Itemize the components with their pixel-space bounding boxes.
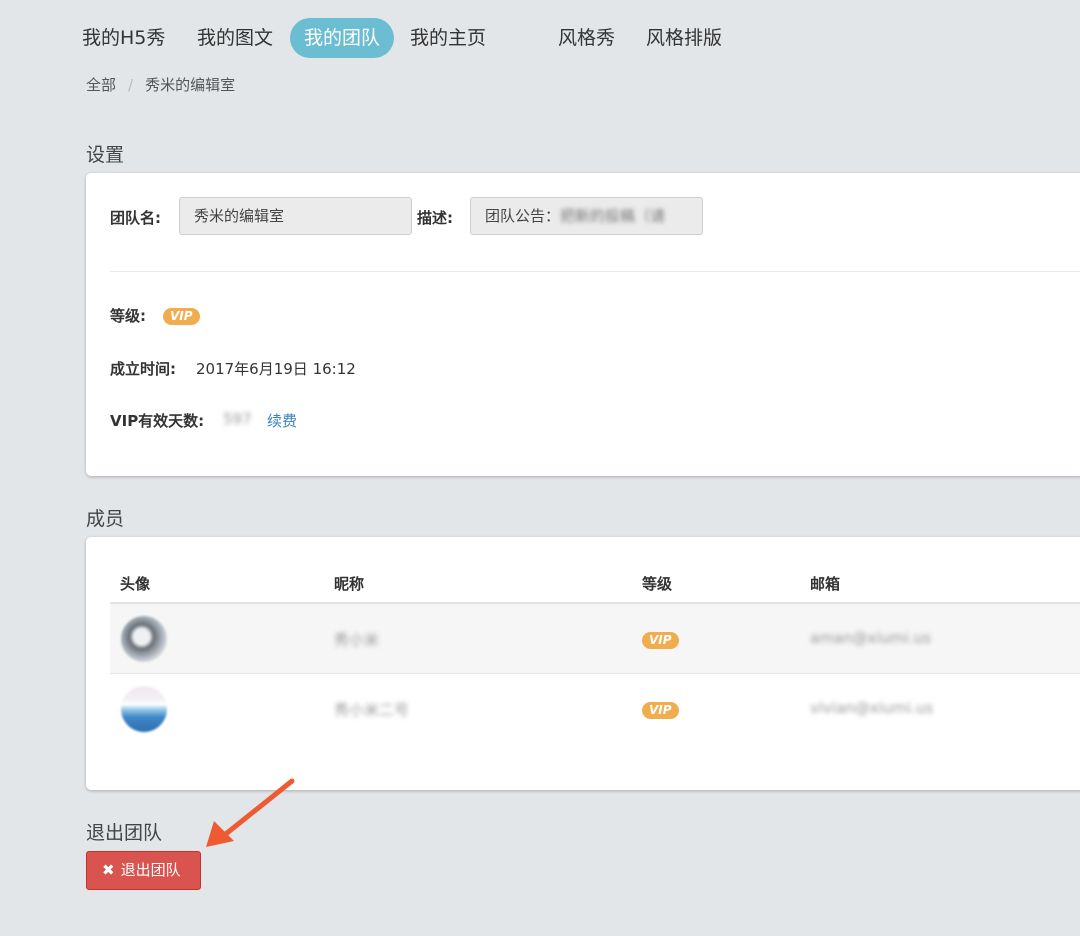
member-level: VIP: [642, 700, 679, 719]
exit-team-button-label: 退出团队: [120, 861, 181, 879]
close-icon: ✖: [102, 861, 115, 879]
members-title: 成员: [86, 508, 125, 530]
renew-link[interactable]: 续费: [267, 410, 297, 431]
team-name-value: 秀米的编辑室: [194, 207, 285, 225]
level-label: 等级:: [110, 307, 146, 325]
nav-item-style-show[interactable]: 风格秀: [558, 18, 615, 58]
created-label: 成立时间:: [110, 360, 176, 378]
created-value: 2017年6月19日 16:12: [196, 360, 356, 378]
exit-team-title: 退出团队: [86, 822, 163, 844]
column-header-nickname: 昵称: [334, 575, 365, 593]
exit-team-button[interactable]: ✖ 退出团队: [86, 851, 201, 890]
member-email: vivian@xiumi.us: [810, 699, 934, 717]
table-row[interactable]: 秀小米二号 VIP vivian@xiumi.us: [110, 674, 1080, 744]
column-header-level: 等级: [642, 575, 673, 593]
desc-value: 团队公告：: [485, 207, 561, 225]
vip-days-label: VIP有效天数:: [110, 412, 205, 430]
members-card: 头像 昵称 等级 邮箱 秀小米 VIP aman@xiumi.us 秀小米二号 …: [86, 537, 1080, 790]
member-email: aman@xiumi.us: [810, 629, 931, 647]
nav-item-h5[interactable]: 我的H5秀: [82, 18, 165, 58]
column-header-email: 邮箱: [810, 575, 841, 593]
avatar: [121, 686, 167, 732]
breadcrumb-separator: /: [128, 76, 134, 94]
nav-item-homepage[interactable]: 我的主页: [410, 18, 486, 58]
nav-item-team[interactable]: 我的团队: [290, 18, 395, 58]
member-level: VIP: [642, 630, 679, 649]
nav-item-articles[interactable]: 我的图文: [197, 18, 273, 58]
member-nickname: 秀小米: [334, 631, 380, 649]
settings-divider: [110, 271, 1080, 272]
team-name-field[interactable]: 秀米的编辑室: [179, 197, 412, 235]
avatar: [121, 616, 167, 662]
vip-badge: VIP: [642, 632, 679, 649]
annotation-arrow-icon: [206, 778, 295, 847]
vip-days-value: 597: [223, 410, 252, 428]
vip-badge: VIP: [642, 702, 679, 719]
breadcrumb-all[interactable]: 全部: [86, 76, 116, 94]
breadcrumb-current: 秀米的编辑室: [145, 76, 236, 94]
team-name-label: 团队名:: [110, 209, 161, 227]
breadcrumb: 全部 / 秀米的编辑室: [86, 74, 235, 95]
table-row[interactable]: 秀小米 VIP aman@xiumi.us: [110, 604, 1080, 674]
nav-item-style-layout[interactable]: 风格排版: [646, 18, 722, 58]
settings-title: 设置: [86, 144, 125, 166]
desc-label: 描述:: [417, 209, 453, 227]
column-header-avatar: 头像: [120, 575, 151, 593]
level-value: VIP: [163, 306, 200, 325]
member-nickname: 秀小米二号: [334, 701, 410, 719]
desc-field[interactable]: 团队公告：把新的投稿（请: [470, 197, 703, 235]
desc-value-blurred: 把新的投稿（请: [560, 207, 666, 225]
settings-card: 团队名: 秀米的编辑室 描述: 团队公告：把新的投稿（请 等级: VIP 成立时…: [86, 173, 1080, 476]
vip-badge: VIP: [163, 308, 200, 325]
